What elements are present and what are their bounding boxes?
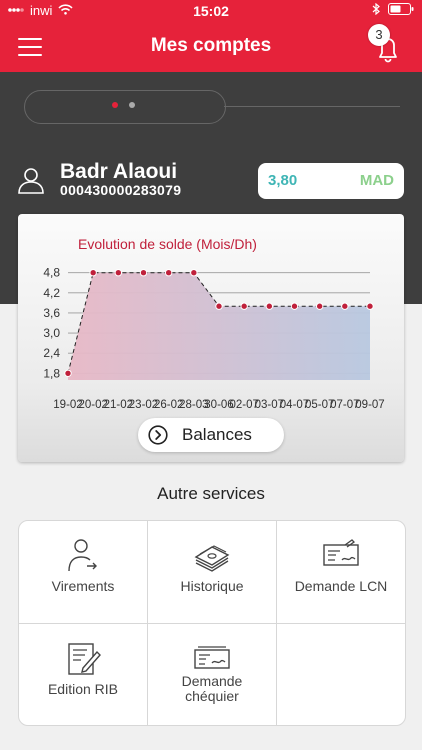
balances-button[interactable]: Balances <box>138 418 284 452</box>
balance-area <box>68 272 370 380</box>
data-point[interactable] <box>164 269 173 277</box>
service-label: Virements <box>51 578 115 594</box>
pager-divider <box>224 106 400 107</box>
person-transfer-icon <box>63 537 103 573</box>
service-label: Edition RIB <box>47 681 119 697</box>
page-title: Mes comptes <box>150 35 272 56</box>
data-point[interactable] <box>341 302 349 310</box>
services-grid: Virements Historique Demande LCN Edition… <box>18 520 406 726</box>
pager-dot[interactable] <box>129 102 135 108</box>
account-holder-name: Badr Alaoui <box>60 160 178 183</box>
status-bar: inwi 15:02 <box>0 0 422 22</box>
balance-currency: MAD <box>359 172 394 189</box>
pager-dot-active[interactable] <box>112 102 118 108</box>
y-tick-label: 1,8 <box>43 366 60 380</box>
bluetooth-icon <box>372 2 380 18</box>
service-label: Historique <box>180 578 244 594</box>
document-edit-icon <box>63 640 103 676</box>
service-historique[interactable]: Historique <box>148 521 276 623</box>
service-virements[interactable]: Virements <box>19 521 147 623</box>
service-label: Demande chéquier <box>181 673 243 704</box>
y-tick-label: 4,8 <box>43 266 60 280</box>
service-demande-chequier[interactable]: Demande chéquier <box>148 624 276 726</box>
chequebook-icon <box>192 640 232 676</box>
service-label: Demande LCN <box>294 578 388 594</box>
notification-badge: 3 <box>368 24 390 46</box>
y-tick-label: 3,0 <box>43 326 60 340</box>
data-point[interactable] <box>290 302 299 310</box>
data-point[interactable] <box>240 302 248 310</box>
data-point[interactable] <box>139 269 148 277</box>
banknotes-icon <box>192 537 232 573</box>
data-point[interactable] <box>190 269 198 277</box>
cheque-icon <box>321 537 361 573</box>
data-point[interactable] <box>64 369 72 377</box>
balances-button-label: Balances <box>182 425 252 444</box>
app-header: Mes comptes 3 <box>0 22 422 72</box>
service-edition-rib[interactable]: Edition RIB <box>19 624 147 726</box>
x-tick-label: 09-07 <box>355 399 384 411</box>
balance-amount: 3,80 <box>268 172 298 189</box>
account-pager[interactable] <box>24 90 226 124</box>
service-demande-lcn[interactable]: Demande LCN <box>277 521 405 623</box>
chevron-right-circle-icon <box>148 425 168 445</box>
status-right <box>372 2 414 18</box>
services-title: Autre services <box>157 484 265 503</box>
balance-chart: 1,82,43,03,64,24,8 19-0220-0221-0223-022… <box>43 266 384 411</box>
data-point[interactable] <box>315 302 324 310</box>
data-point[interactable] <box>265 302 274 310</box>
account-number: 000430000283079 <box>60 182 182 198</box>
y-tick-label: 4,2 <box>43 286 60 300</box>
user-icon <box>16 165 46 195</box>
data-point[interactable] <box>366 302 374 310</box>
y-tick-label: 2,4 <box>43 346 60 360</box>
balance-box: 3,80 MAD <box>258 163 404 199</box>
data-point[interactable] <box>114 269 123 277</box>
status-time: 15:02 <box>193 3 229 19</box>
data-point[interactable] <box>89 269 97 277</box>
battery-icon <box>388 3 414 18</box>
balance-chart-card: Evolution de solde (Mois/Dh) 1,8 2,4 3,0 3,… <box>18 214 404 462</box>
data-point[interactable] <box>215 302 223 310</box>
y-tick-label: 3,6 <box>43 306 60 320</box>
